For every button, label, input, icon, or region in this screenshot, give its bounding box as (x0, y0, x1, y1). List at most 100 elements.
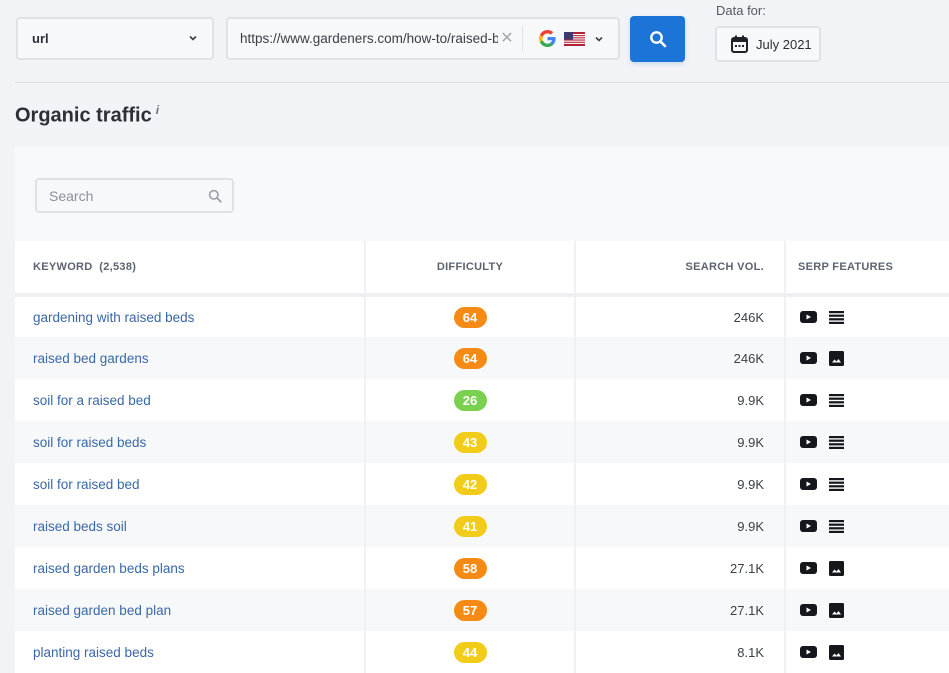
keyword-link[interactable]: soil for raised beds (33, 435, 146, 450)
date-label: July 2021 (756, 36, 812, 52)
google-icon (539, 30, 556, 47)
search-icon (208, 189, 222, 203)
serp-features-cell (784, 295, 949, 337)
keyword-cell: planting raised beds (15, 631, 365, 673)
search-button[interactable] (630, 16, 685, 62)
serp-features-cell (784, 337, 949, 379)
keyword-cell: soil for raised bed (15, 463, 365, 505)
search-volume: 8.1K (737, 644, 764, 660)
column-header-serp-features[interactable]: SERP FEATURES (784, 241, 949, 297)
table-row: raised garden bed plan 57 27.1K (15, 589, 949, 631)
search-volume-cell: 9.9K (574, 421, 785, 463)
keyword-link[interactable]: soil for raised bed (33, 477, 140, 492)
header-divider (15, 82, 949, 83)
list-icon[interactable] (829, 519, 844, 533)
url-input[interactable]: https://www.gardeners.com/how-to/raised-… (240, 31, 498, 46)
difficulty-cell: 58 (364, 547, 575, 589)
url-input-group: https://www.gardeners.com/how-to/raised-… (226, 17, 620, 60)
video-icon[interactable] (800, 604, 817, 616)
video-icon[interactable] (800, 646, 817, 658)
search-volume: 9.9K (737, 392, 764, 408)
search-volume: 9.9K (737, 518, 764, 534)
list-icon[interactable] (829, 393, 844, 407)
difficulty-cell: 26 (364, 379, 575, 421)
column-header-difficulty[interactable]: DIFFICULTY (364, 241, 575, 297)
date-picker-button[interactable]: July 2021 (715, 26, 821, 62)
info-icon[interactable]: i (156, 103, 159, 117)
keyword-link[interactable]: gardening with raised beds (33, 310, 194, 325)
video-icon[interactable] (800, 562, 817, 574)
list-icon[interactable] (829, 435, 844, 449)
serp-feature-icons (798, 519, 949, 533)
serp-features-cell (784, 379, 949, 421)
keyword-cell: raised garden beds plans (15, 547, 365, 589)
difficulty-badge: 57 (453, 599, 487, 621)
divider (522, 25, 523, 52)
list-icon[interactable] (829, 310, 844, 324)
search-volume-cell: 246K (574, 295, 785, 337)
keyword-link[interactable]: raised bed gardens (33, 351, 149, 366)
video-icon[interactable] (800, 520, 817, 532)
difficulty-badge: 64 (453, 347, 487, 369)
keyword-count: (2,538) (99, 261, 137, 273)
difficulty-cell: 64 (364, 337, 575, 379)
keyword-cell: soil for a raised bed (15, 379, 365, 421)
serp-features-cell (784, 505, 949, 547)
video-icon[interactable] (800, 394, 817, 406)
table-header-row: KEYWORD (2,538) DIFFICULTY SEARCH VOL. S… (15, 241, 949, 297)
clear-icon[interactable]: ✕ (500, 30, 514, 46)
difficulty-badge: 43 (453, 431, 487, 453)
image-icon[interactable] (829, 602, 844, 618)
serp-feature-icons (798, 435, 949, 449)
keyword-link[interactable]: raised beds soil (33, 519, 127, 534)
video-icon[interactable] (800, 478, 817, 490)
video-icon[interactable] (800, 436, 817, 448)
list-icon[interactable] (829, 477, 844, 491)
column-header-search-vol[interactable]: SEARCH VOL. (574, 241, 785, 297)
chevron-down-icon (189, 35, 197, 41)
table-row: raised bed gardens 64 246K (15, 337, 949, 379)
keyword-link[interactable]: raised garden beds plans (33, 561, 185, 576)
difficulty-badge: 42 (453, 473, 487, 495)
keyword-link[interactable]: raised garden bed plan (33, 603, 171, 618)
search-volume: 27.1K (730, 602, 764, 618)
video-icon[interactable] (800, 311, 817, 323)
difficulty-cell: 42 (364, 463, 575, 505)
search-volume-cell: 9.9K (574, 463, 785, 505)
table-row: soil for raised beds 43 9.9K (15, 421, 949, 463)
search-icon (649, 31, 666, 48)
serp-features-cell (784, 631, 949, 673)
serp-feature-icons (798, 393, 949, 407)
serp-features-cell (784, 589, 949, 631)
difficulty-badge: 44 (453, 641, 487, 663)
column-header-keyword[interactable]: KEYWORD (2,538) (15, 241, 365, 297)
table-row: raised garden beds plans 58 27.1K (15, 547, 949, 589)
video-icon[interactable] (800, 352, 817, 364)
search-volume-cell: 9.9K (574, 505, 785, 547)
image-icon[interactable] (829, 644, 844, 660)
image-icon[interactable] (829, 560, 844, 576)
serp-feature-icons (798, 602, 949, 618)
page-title-text: Organic traffic (15, 104, 152, 127)
page-title: Organic traffic i (15, 103, 159, 128)
mode-select[interactable]: url (16, 17, 214, 60)
keyword-link[interactable]: planting raised beds (33, 645, 154, 660)
difficulty-cell: 41 (364, 505, 575, 547)
search-volume: 9.9K (737, 434, 764, 450)
table-row: gardening with raised beds 64 246K (15, 295, 949, 337)
table-search (35, 178, 234, 213)
table-search-input[interactable] (37, 180, 232, 211)
keyword-link[interactable]: soil for a raised bed (33, 393, 151, 408)
difficulty-badge: 64 (453, 306, 487, 328)
difficulty-badge: 58 (453, 557, 487, 579)
chevron-down-icon (595, 36, 603, 42)
search-volume-cell: 246K (574, 337, 785, 379)
search-volume: 9.9K (737, 476, 764, 492)
engine-country-select[interactable] (539, 30, 605, 47)
serp-features-cell (784, 547, 949, 589)
keyword-cell: raised bed gardens (15, 337, 365, 379)
image-icon[interactable] (829, 350, 844, 366)
serp-features-cell (784, 463, 949, 505)
table-row: soil for a raised bed 26 9.9K (15, 379, 949, 421)
keywords-table: KEYWORD (2,538) DIFFICULTY SEARCH VOL. S… (15, 241, 949, 673)
